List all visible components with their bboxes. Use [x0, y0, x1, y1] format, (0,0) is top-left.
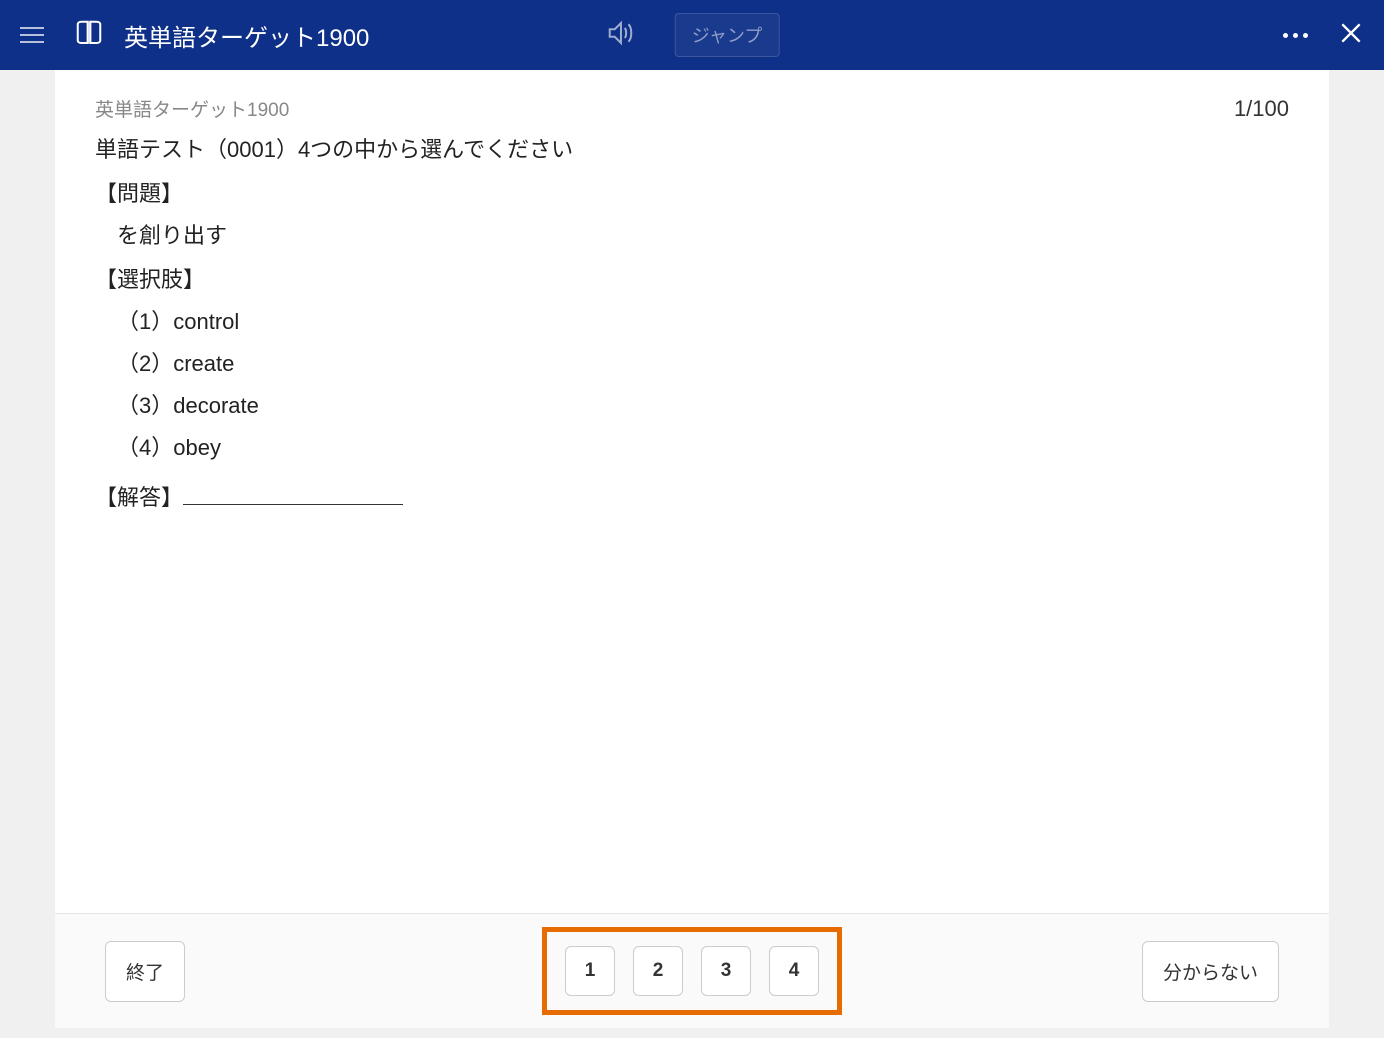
highlight-box: 1 2 3 4: [542, 927, 842, 1015]
sound-icon[interactable]: [605, 18, 635, 53]
option-4: （4）obey: [117, 430, 1289, 462]
more-icon[interactable]: [1283, 33, 1308, 38]
breadcrumb: 英単語ターゲット1900: [95, 95, 289, 122]
close-icon[interactable]: [1338, 20, 1364, 51]
header-title: 英単語ターゲット1900: [124, 18, 369, 53]
page-counter: 1/100: [1234, 96, 1289, 122]
answer-button-1[interactable]: 1: [565, 946, 615, 996]
answer-label: 【解答】: [95, 480, 183, 512]
option-3: （3）decorate: [117, 388, 1289, 420]
choices-label: 【選択肢】: [95, 262, 1289, 294]
answer-button-3[interactable]: 3: [701, 946, 751, 996]
exit-button[interactable]: 終了: [105, 941, 185, 1002]
book-icon: [74, 18, 104, 53]
answer-row: 【解答】: [95, 480, 1289, 512]
menu-icon[interactable]: [20, 27, 44, 43]
instruction-text: 単語テスト（0001）4つの中から選んでください: [95, 132, 1289, 164]
answer-blank-line: [183, 504, 403, 505]
answer-buttons-group: 1 2 3 4: [542, 927, 842, 1015]
jump-button[interactable]: ジャンプ: [675, 13, 780, 57]
question-text: を創り出す: [117, 218, 1289, 250]
option-1: （1）control: [117, 304, 1289, 336]
app-header: 英単語ターゲット1900 ジャンプ: [0, 0, 1384, 70]
header-center-controls: ジャンプ: [605, 13, 780, 57]
footer-bar: 終了 1 2 3 4 分からない: [55, 913, 1329, 1028]
answer-button-4[interactable]: 4: [769, 946, 819, 996]
unknown-button[interactable]: 分からない: [1142, 941, 1279, 1002]
question-label: 【問題】: [95, 176, 1289, 208]
answer-button-2[interactable]: 2: [633, 946, 683, 996]
header-right: [1283, 20, 1364, 51]
question-content: 英単語ターゲット1900 1/100 単語テスト（0001）4つの中から選んでく…: [55, 70, 1329, 913]
option-2: （2）create: [117, 346, 1289, 378]
